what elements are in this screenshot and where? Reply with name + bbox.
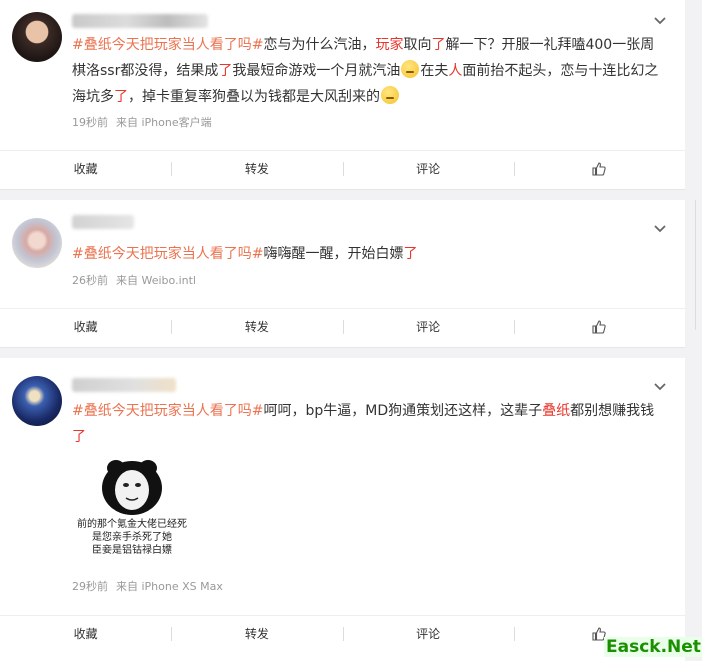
action-bar: 收藏 转发 评论	[0, 308, 685, 344]
meme-image[interactable]: 前的那个氪金大佬已经死 是您亲手杀死了她 臣妾是铝钴禄白嫖	[72, 458, 192, 558]
forward-button[interactable]: 转发	[171, 309, 342, 344]
comment-button[interactable]: 评论	[342, 616, 514, 651]
post-source: 来自 Weibo.intl	[116, 274, 196, 287]
like-button[interactable]	[513, 151, 685, 186]
post-card-3: #叠纸今天把玩家当人看了吗#呵呵，bp牛逼，MD狗通策划还这样，这辈子叠纸都别想…	[0, 358, 685, 661]
post-time[interactable]: 26秒前	[72, 274, 108, 287]
hashtag-link[interactable]: #叠纸今天把玩家当人看了吗#	[72, 403, 263, 419]
hashtag-link[interactable]: #叠纸今天把玩家当人看了吗#	[72, 37, 263, 53]
post-time[interactable]: 29秒前	[72, 580, 108, 593]
post-source: 来自 iPhone XS Max	[116, 580, 223, 593]
panda-meme-icon	[102, 460, 162, 515]
site-watermark: Easck.Net	[604, 637, 702, 657]
post-content: #叠纸今天把玩家当人看了吗#嗨嗨醒一醒，开始白嫖了	[72, 246, 418, 262]
thumbs-up-icon	[592, 319, 607, 334]
post-content: #叠纸今天把玩家当人看了吗#恋与为什么汽油，玩家取向了解一下？开服一礼拜嗑400…	[72, 37, 659, 105]
thumbs-up-icon	[592, 161, 607, 176]
comment-button[interactable]: 评论	[342, 151, 514, 186]
meme-caption: 前的那个氪金大佬已经死 是您亲手杀死了她 臣妾是铝钴禄白嫖	[77, 519, 187, 556]
post-meta: 19秒前 来自 iPhone客户端	[72, 114, 212, 130]
post-card-1: #叠纸今天把玩家当人看了吗#恋与为什么汽油，玩家取向了解一下？开服一礼拜嗑400…	[0, 0, 685, 190]
hashtag-link[interactable]: #叠纸今天把玩家当人看了吗#	[72, 246, 263, 262]
post-meta: 29秒前 来自 iPhone XS Max	[72, 578, 223, 594]
action-bar: 收藏 转发 评论	[0, 150, 685, 186]
forward-button[interactable]: 转发	[171, 151, 342, 186]
avatar[interactable]	[12, 12, 62, 62]
post-meta: 26秒前 来自 Weibo.intl	[72, 272, 196, 288]
emoji-icon	[401, 60, 420, 78]
chevron-down-icon[interactable]	[653, 222, 667, 236]
post-source: 来自 iPhone客户端	[116, 116, 212, 129]
like-button[interactable]	[513, 309, 685, 344]
chevron-down-icon[interactable]	[653, 14, 667, 28]
username-blurred[interactable]	[72, 14, 208, 28]
username-blurred[interactable]	[72, 378, 176, 392]
forward-button[interactable]: 转发	[171, 616, 342, 651]
emoji-icon	[381, 86, 399, 104]
avatar[interactable]	[12, 376, 62, 426]
username-blurred[interactable]	[72, 215, 134, 229]
comment-button[interactable]: 评论	[342, 309, 514, 344]
post-time[interactable]: 19秒前	[72, 116, 108, 129]
scrollbar-edge	[695, 200, 696, 330]
post-card-2: #叠纸今天把玩家当人看了吗#嗨嗨醒一醒，开始白嫖了 26秒前 来自 Weibo.i…	[0, 200, 685, 348]
avatar[interactable]	[12, 218, 62, 268]
post-content: #叠纸今天把玩家当人看了吗#呵呵，bp牛逼，MD狗通策划还这样，这辈子叠纸都别想…	[72, 403, 655, 445]
collect-button[interactable]: 收藏	[0, 616, 171, 651]
action-bar: 收藏 转发 评论	[0, 615, 685, 651]
collect-button[interactable]: 收藏	[0, 309, 171, 344]
chevron-down-icon[interactable]	[653, 380, 667, 394]
collect-button[interactable]: 收藏	[0, 151, 171, 186]
